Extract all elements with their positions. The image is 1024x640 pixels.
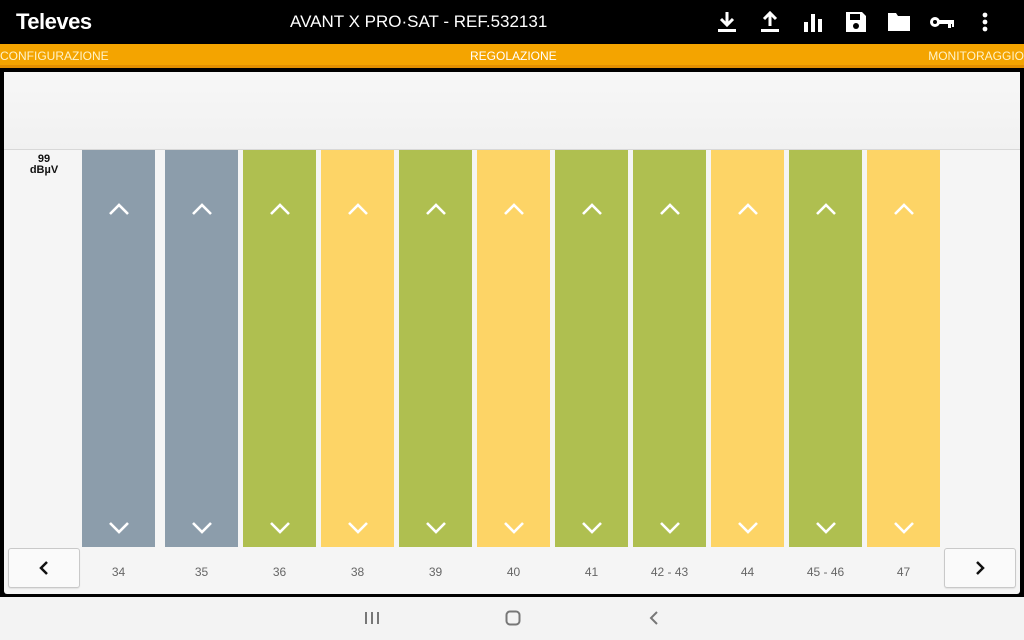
channel-bar[interactable] (711, 150, 784, 547)
channel-label: 41 (584, 565, 599, 579)
bar-chart-icon[interactable] (791, 8, 834, 36)
decrease-level-button[interactable] (580, 521, 604, 535)
channel-label: 44 (740, 565, 755, 579)
tab-regolazione[interactable]: REGOLAZIONE (470, 49, 557, 63)
channel-bar[interactable] (82, 150, 155, 547)
chevron-up-icon (581, 203, 602, 215)
tab-monitoraggio[interactable]: MONITORAGGIO (928, 49, 1024, 63)
increase-level-button[interactable] (268, 202, 292, 216)
channel-bar[interactable] (477, 150, 550, 547)
chevron-up-icon (425, 203, 446, 215)
key-icon[interactable] (920, 8, 963, 36)
channel-label: 36 (272, 565, 287, 579)
app-logo: Televes (16, 9, 92, 34)
more-vert-icon[interactable] (963, 8, 1006, 36)
system-nav-bar (0, 597, 1024, 640)
tab-configurazione[interactable]: CONFIGURAZIONE (0, 49, 109, 63)
chevron-up-icon (815, 203, 836, 215)
next-page-button[interactable] (944, 548, 1016, 588)
increase-level-button[interactable] (346, 202, 370, 216)
increase-level-button[interactable] (658, 202, 682, 216)
chevron-up-icon (503, 203, 524, 215)
chevron-up-icon (347, 203, 368, 215)
channel-label: 34 (111, 565, 126, 579)
decrease-level-button[interactable] (268, 521, 292, 535)
increase-level-button[interactable] (190, 202, 214, 216)
device-title: AVANT X PRO·SAT - REF.532131 (290, 12, 548, 31)
channel-label: 45 - 46 (806, 565, 845, 579)
chevron-down-icon (347, 522, 368, 534)
decrease-level-button[interactable] (107, 521, 131, 535)
chevron-up-icon (737, 203, 758, 215)
chevron-down-icon (737, 522, 758, 534)
channel-label: 40 (506, 565, 521, 579)
decrease-level-button[interactable] (892, 521, 916, 535)
chevron-down-icon (581, 522, 602, 534)
channel-label: 47 (896, 565, 911, 579)
increase-level-button[interactable] (580, 202, 604, 216)
chevron-down-icon (659, 522, 680, 534)
channel-bar[interactable] (165, 150, 238, 547)
increase-level-button[interactable] (892, 202, 916, 216)
channel-bar[interactable] (399, 150, 472, 547)
adjustment-panel: 99 dBµV 34 35 36 38 39 40 41 42 - 43 44 45 - 46 47 (4, 72, 1020, 594)
chevron-down-icon (893, 522, 914, 534)
save-icon[interactable] (834, 8, 877, 36)
tab-bar: CONFIGURAZIONE REGOLAZIONE MONITORAGGIO (0, 44, 1024, 68)
back-icon[interactable] (639, 607, 669, 629)
chevron-down-icon (425, 522, 446, 534)
decrease-level-button[interactable] (736, 521, 760, 535)
chevron-down-icon (108, 522, 129, 534)
channel-label: 38 (350, 565, 365, 579)
chevron-right-icon (976, 561, 985, 575)
channel-bar[interactable] (243, 150, 316, 547)
chevron-down-icon (191, 522, 212, 534)
channel-bar[interactable] (789, 150, 862, 547)
decrease-level-button[interactable] (190, 521, 214, 535)
channel-label: 39 (428, 565, 443, 579)
chevron-down-icon (503, 522, 524, 534)
chevron-up-icon (108, 203, 129, 215)
chevron-down-icon (269, 522, 290, 534)
recent-apps-icon[interactable] (357, 607, 387, 629)
increase-level-button[interactable] (736, 202, 760, 216)
channel-label: 42 - 43 (650, 565, 689, 579)
channel-bar[interactable] (867, 150, 940, 547)
download-icon[interactable] (705, 8, 748, 36)
toolbar (705, 8, 1006, 36)
increase-level-button[interactable] (424, 202, 448, 216)
channel-label: 35 (194, 565, 209, 579)
increase-level-button[interactable] (814, 202, 838, 216)
chevron-up-icon (191, 203, 212, 215)
decrease-level-button[interactable] (502, 521, 526, 535)
channel-bar[interactable] (321, 150, 394, 547)
chevron-up-icon (659, 203, 680, 215)
channel-bar[interactable] (633, 150, 706, 547)
upload-icon[interactable] (748, 8, 791, 36)
channel-bar[interactable] (555, 150, 628, 547)
chevron-up-icon (893, 203, 914, 215)
increase-level-button[interactable] (107, 202, 131, 216)
folder-icon[interactable] (877, 8, 920, 36)
chevron-up-icon (269, 203, 290, 215)
prev-page-button[interactable] (8, 548, 80, 588)
increase-level-button[interactable] (502, 202, 526, 216)
decrease-level-button[interactable] (814, 521, 838, 535)
decrease-level-button[interactable] (346, 521, 370, 535)
channel-bars: 34 35 36 38 39 40 41 42 - 43 44 45 - 46 47 (4, 72, 1020, 594)
chevron-left-icon (39, 561, 48, 575)
home-icon[interactable] (498, 607, 528, 629)
chevron-down-icon (815, 522, 836, 534)
decrease-level-button[interactable] (424, 521, 448, 535)
decrease-level-button[interactable] (658, 521, 682, 535)
app-header: Televes AVANT X PRO·SAT - REF.532131 (0, 0, 1024, 44)
